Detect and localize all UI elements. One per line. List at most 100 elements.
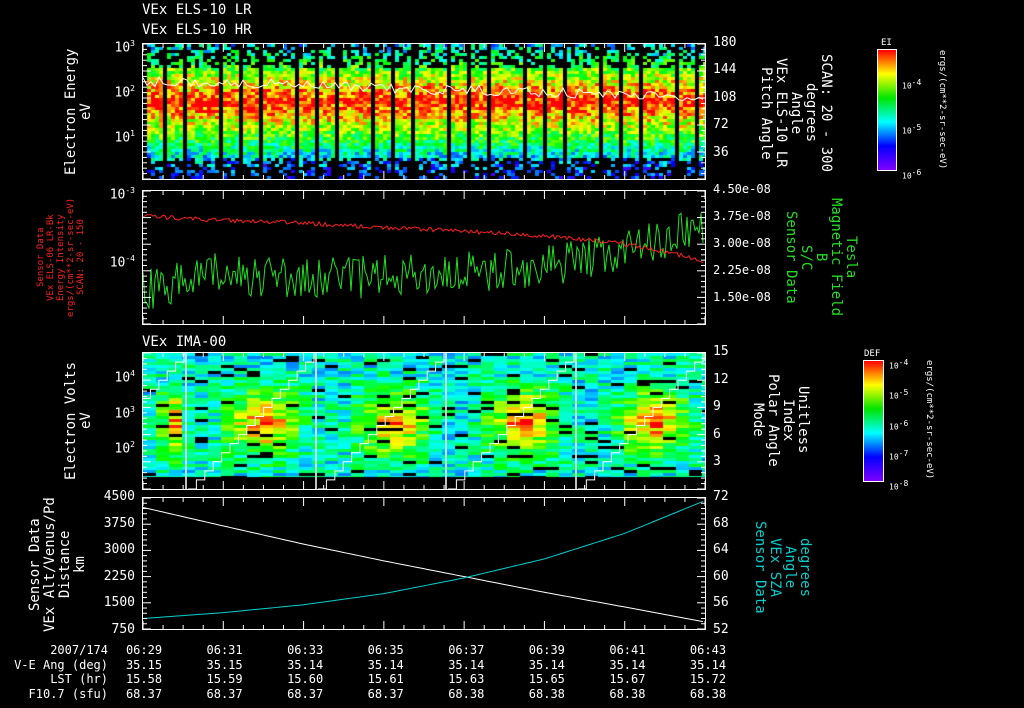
ei-colorbar	[877, 49, 897, 171]
def-colorbar	[863, 360, 884, 482]
panel2-right-tick: 4.50e-08	[713, 182, 771, 196]
p1-ytick: 101	[114, 129, 135, 146]
footer-label: LST (hr)	[50, 672, 108, 686]
panel1-right-tick: 36	[713, 144, 729, 160]
p4-ytick: 750	[111, 622, 135, 637]
panel4-right-tick: 52	[713, 622, 729, 637]
footer-ve_ang: 35.14	[287, 657, 324, 672]
panel2-right-tick: 2.25e-08	[713, 263, 771, 277]
sza-line	[143, 500, 704, 620]
p4-ytick: 2250	[103, 568, 135, 584]
footer-f107: 68.37	[287, 686, 324, 701]
footer-ve_ang: 35.15	[125, 657, 163, 672]
panel4-right-tick: 60	[713, 568, 729, 584]
def-colorbar-tick: 10-4	[889, 358, 909, 371]
p1-ytick: 102	[114, 84, 135, 101]
def-colorbar-tick: 10-5	[889, 388, 909, 401]
p2-ytick: 10-3	[109, 186, 135, 203]
p3-ytick: 102	[114, 440, 135, 457]
polar-angle-step-line	[143, 353, 185, 399]
panel2-right-tick: 3.75e-08	[713, 209, 771, 223]
alt-sza-plot	[143, 498, 705, 629]
panel1-right-tick: 72	[713, 117, 729, 133]
ei-colorbar-units: ergs/(cm**2-sr-sec-eV)	[937, 50, 947, 170]
footer-ve_ang: 35.14	[528, 657, 565, 672]
p4-ytick: 4500	[103, 489, 135, 504]
panel1-right-tick: 108	[713, 89, 737, 105]
def-colorbar-tick: 10-8	[889, 479, 909, 492]
footer-times: 06:33	[287, 643, 324, 657]
altitude-line	[143, 506, 704, 623]
footer-lst: 15.59	[206, 672, 243, 686]
p3-ytick: 104	[114, 369, 135, 386]
footer-f107: 68.37	[125, 686, 163, 701]
footer-f107: 68.38	[528, 686, 565, 701]
polar-angle-overlay	[143, 353, 705, 489]
panel4-left-label: Sensor Data VEx Alt/Venus/Pd Distance km	[27, 497, 88, 632]
footer-times: 06:41	[609, 643, 646, 657]
def-colorbar-units: ergs/(cm**2-sr-sec-eV)	[924, 360, 934, 480]
panel4-right-tick: 68	[713, 515, 729, 531]
footer-lst: 15.67	[609, 672, 646, 686]
panel3-right-tick: 15	[713, 344, 729, 359]
footer-times: 06:39	[528, 643, 565, 657]
footer-lst: 15.58	[125, 672, 163, 686]
footer-label: V-E Ang (deg)	[14, 657, 108, 672]
p4-ytick: 3000	[103, 542, 135, 558]
panel2-left-label: Sensor Data VEx ELS-06 LR-Bk Energy Intens…	[36, 197, 86, 318]
panel2-right-tick: 3.00e-08	[713, 236, 771, 250]
ei-colorbar-tick: 10-6	[902, 168, 922, 181]
panel3-ylabel: Electron Volts eV	[63, 362, 94, 481]
footer-ve_ang: 35.14	[609, 657, 646, 672]
footer-times: 06:35	[367, 643, 404, 657]
panel1-right-tick: 180	[713, 35, 737, 50]
panel4-right-tick: 72	[713, 489, 729, 504]
els-spectrogram-panel	[142, 43, 706, 180]
footer-ve_ang: 35.14	[689, 657, 727, 672]
ei-colorbar-tick: 10-4	[902, 78, 922, 91]
p3-ytick: 103	[114, 405, 135, 422]
footer-ve_ang: 35.15	[206, 657, 243, 672]
footer-f107: 68.38	[689, 686, 727, 701]
footer-times: 06:29	[125, 643, 163, 657]
polar-angle-step-line	[188, 353, 315, 489]
polar-angle-step-line	[578, 353, 704, 489]
title-els-hr: VEx ELS-10 HR	[142, 22, 252, 38]
footer-times: 06:43	[689, 643, 727, 657]
alt-sza-panel	[142, 497, 706, 630]
panel2-right-tick: 1.50e-08	[713, 290, 771, 304]
footer-label: 2007/174	[50, 643, 108, 657]
pitch-angle-overlay	[143, 44, 705, 179]
panel3-right-tick: 9	[713, 399, 721, 415]
polar-angle-step-line	[448, 353, 575, 489]
footer-label: F10.7 (sfu)	[28, 686, 108, 701]
panel1-right-tick: 144	[713, 62, 737, 78]
panel1-ylabel: Electron Energy eV	[63, 48, 94, 175]
energy-intensity-line	[143, 214, 704, 264]
panel4-right-label: degrees Angle VEx SZA Sensor Data	[752, 521, 813, 614]
ei-colorbar-tick: 10-5	[902, 123, 922, 136]
footer-times: 06:37	[448, 643, 485, 657]
field-energy-panel	[142, 190, 706, 325]
footer-lst: 15.63	[448, 672, 485, 686]
field-energy-plot	[143, 191, 705, 324]
title-ima: VEx IMA-00	[142, 334, 227, 350]
footer-f107: 68.38	[609, 686, 646, 701]
magnetic-field-line	[143, 212, 704, 309]
panel1-right-label: SCAN: 20 - 300 degrees Angle VEx ELS-10 LR P…	[758, 53, 834, 172]
footer-lst: 15.61	[367, 672, 404, 686]
panel3-right-tick: 6	[713, 426, 721, 442]
panel3-right-label: Unitless Index Polar Angle Mode	[750, 373, 811, 467]
panel2-right-label: Tesla Magnetic Field B S/C Sensor Data	[783, 198, 859, 317]
p4-ytick: 1500	[103, 595, 135, 611]
panel4-right-tick: 56	[713, 595, 729, 611]
polar-angle-step-line	[318, 353, 445, 489]
footer-ve_ang: 35.14	[448, 657, 485, 672]
footer-ve_ang: 35.14	[367, 657, 404, 672]
p4-ytick: 3750	[103, 515, 135, 531]
panel3-right-tick: 3	[713, 454, 721, 470]
footer-lst: 15.65	[528, 672, 565, 686]
title-els-lr: VEx ELS-10 LR	[142, 2, 252, 18]
def-colorbar-tick: 10-6	[889, 418, 909, 432]
footer-times: 06:31	[206, 643, 243, 657]
